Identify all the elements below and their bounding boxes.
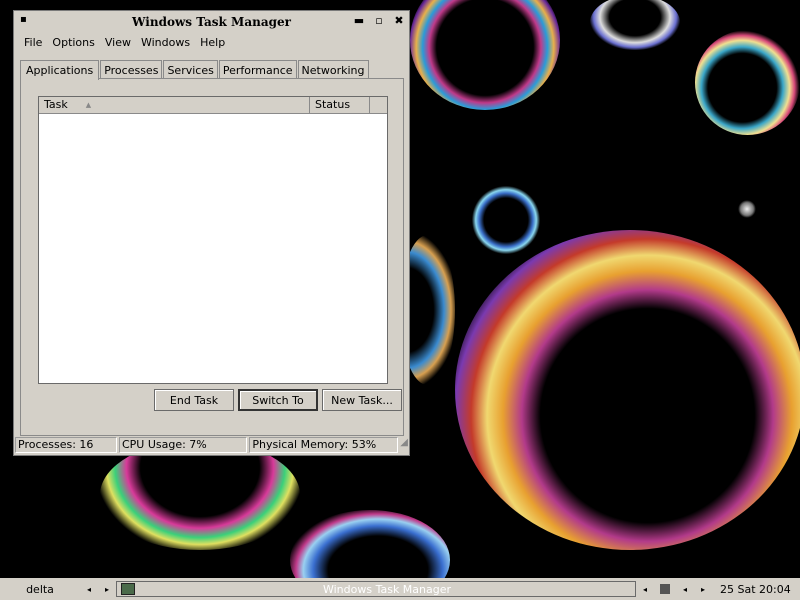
tab-performance[interactable]: Performance — [218, 60, 297, 80]
status-cpu-usage: CPU Usage: 7% — [118, 437, 248, 453]
task-list-header: Task ▲ Status — [39, 97, 387, 114]
tab-applications[interactable]: Applications — [20, 60, 100, 80]
wallpaper-bubble — [410, 0, 560, 110]
desktop-next-icon[interactable]: ▸ — [98, 585, 116, 594]
taskbar-prev-icon[interactable]: ◂ — [636, 585, 654, 594]
taskbar-item-task-manager[interactable]: Windows Task Manager — [116, 581, 636, 597]
pager-prev-icon[interactable]: ◂ — [676, 585, 694, 594]
column-header-filler — [370, 97, 387, 113]
maximize-icon[interactable]: ▫ — [373, 14, 385, 27]
minimize-icon[interactable]: ▬ — [353, 14, 365, 27]
tab-strip: Applications Processes Services Performa… — [20, 58, 370, 80]
column-header-status[interactable]: Status — [310, 97, 370, 113]
resize-grip-icon[interactable]: ◢ — [400, 437, 408, 453]
wallpaper-bubble — [590, 0, 680, 50]
status-processes: Processes: 16 — [15, 437, 117, 453]
status-bar: Processes: 16 CPU Usage: 7% Physical Mem… — [15, 437, 408, 453]
task-list[interactable]: Task ▲ Status — [38, 96, 388, 384]
tab-processes[interactable]: Processes — [100, 60, 163, 80]
wallpaper-bubble — [472, 185, 540, 255]
system-menu-icon[interactable]: ▪ — [20, 14, 27, 25]
applications-panel: Task ▲ Status End Task Switch To New Tas… — [20, 78, 404, 436]
end-task-button[interactable]: End Task — [154, 389, 234, 411]
desktop-prev-icon[interactable]: ◂ — [80, 585, 98, 594]
pager-next-icon[interactable]: ▸ — [694, 585, 712, 594]
pager-icon[interactable] — [660, 584, 670, 594]
menu-options[interactable]: Options — [47, 36, 99, 49]
wallpaper-bubble — [455, 230, 800, 550]
wallpaper-bubble — [695, 30, 800, 135]
wallpaper-bubble — [100, 440, 300, 550]
desktop-name[interactable]: delta — [0, 583, 80, 596]
column-header-task[interactable]: Task ▲ — [39, 97, 310, 113]
status-physical-memory: Physical Memory: 53% — [249, 437, 399, 453]
task-manager-window: ▪ Windows Task Manager ▬ ▫ ✖ File Option… — [13, 10, 410, 456]
menu-view[interactable]: View — [100, 36, 136, 49]
wallpaper-bubble — [738, 200, 756, 218]
title-bar[interactable]: ▪ Windows Task Manager ▬ ▫ ✖ — [14, 11, 409, 33]
taskbar: delta ◂ ▸ Windows Task Manager ◂ ◂ ▸ 25 … — [0, 578, 800, 600]
menu-windows[interactable]: Windows — [136, 36, 195, 49]
close-icon[interactable]: ✖ — [393, 14, 405, 27]
menu-file[interactable]: File — [19, 36, 47, 49]
new-task-button[interactable]: New Task... — [322, 389, 402, 411]
menu-help[interactable]: Help — [195, 36, 230, 49]
clock: 25 Sat 20:04 — [720, 582, 791, 596]
wallpaper-bubble — [290, 510, 450, 578]
tab-networking[interactable]: Networking — [297, 60, 369, 80]
window-title: Windows Task Manager — [132, 15, 291, 29]
task-manager-icon — [121, 583, 135, 595]
sort-ascending-icon: ▲ — [85, 101, 92, 109]
taskbar-item-label: Windows Task Manager — [322, 582, 452, 596]
tab-services[interactable]: Services — [163, 60, 218, 80]
menu-bar: File Options View Windows Help — [14, 33, 409, 51]
switch-to-button[interactable]: Switch To — [238, 389, 318, 411]
